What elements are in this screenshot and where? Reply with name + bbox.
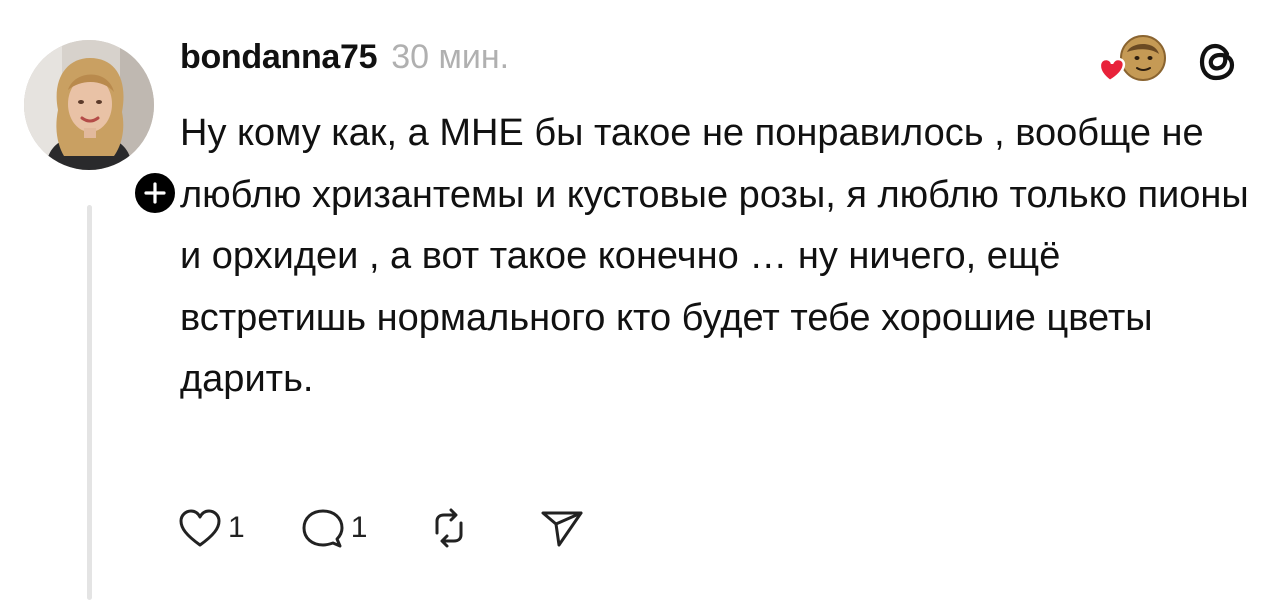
send-icon xyxy=(541,511,583,547)
reply-count: 1 xyxy=(350,511,368,544)
like-count: 1 xyxy=(228,511,245,544)
like-button[interactable]: 1 xyxy=(178,508,245,548)
threads-post: bondanna75 30 мин. Ну кому как, а МНЕ бы… xyxy=(0,0,1280,605)
avatar[interactable] xyxy=(24,40,154,170)
plus-icon xyxy=(144,182,166,204)
comment-bubble-icon xyxy=(302,509,344,548)
post-time: 30 мин. xyxy=(391,38,510,76)
repost-button[interactable] xyxy=(427,507,471,549)
post-header: bondanna75 30 мин. xyxy=(180,38,509,86)
share-button[interactable] xyxy=(539,507,585,549)
follow-button[interactable] xyxy=(130,168,180,218)
repost-icon xyxy=(435,508,463,548)
action-bar: 1 1 xyxy=(178,503,585,553)
post-text: Ну кому как, а МНЕ бы такое не понравило… xyxy=(180,112,1249,400)
reaction-avatar[interactable] xyxy=(1097,34,1169,86)
reply-button[interactable]: 1 xyxy=(301,507,368,549)
heart-icon xyxy=(1098,57,1125,83)
author-avatar-container xyxy=(24,40,180,218)
heart-outline-icon xyxy=(179,509,221,547)
threads-logo-icon xyxy=(1199,43,1235,81)
username[interactable]: bondanna75 xyxy=(180,38,378,77)
thread-line xyxy=(87,205,92,600)
threads-logo[interactable] xyxy=(1196,40,1240,84)
reaction-emoji-icon xyxy=(1098,35,1166,83)
